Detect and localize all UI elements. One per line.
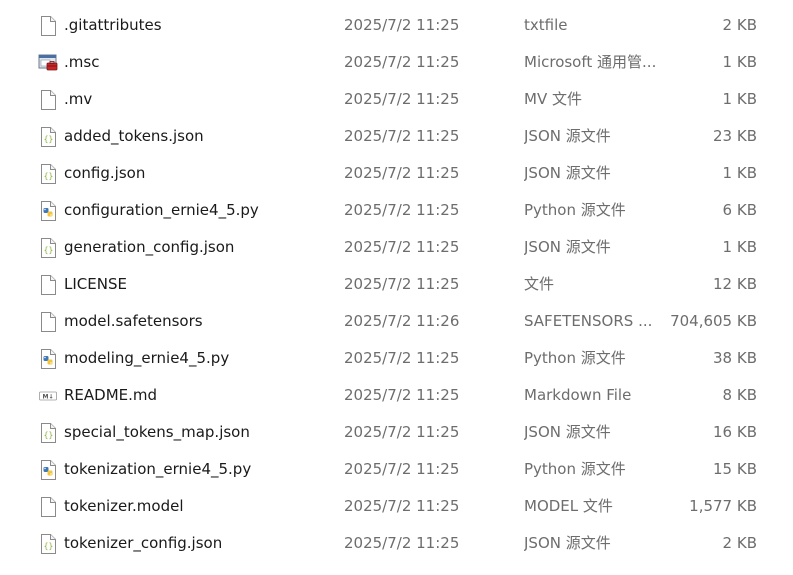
file-name: tokenizer_config.json bbox=[64, 534, 223, 552]
file-name: LICENSE bbox=[64, 275, 127, 293]
file-size: 704,605 KB bbox=[670, 312, 757, 330]
json-file-icon: {} bbox=[38, 163, 58, 185]
file-size: 8 KB bbox=[722, 386, 757, 404]
file-date-modified: 2025/7/2 11:25 bbox=[344, 53, 460, 71]
json-file-icon: {} bbox=[38, 237, 58, 259]
svg-text:{}: {} bbox=[44, 172, 54, 181]
file-size: 1 KB bbox=[722, 238, 757, 256]
blank-file-icon bbox=[38, 89, 58, 111]
file-size: 16 KB bbox=[713, 423, 757, 441]
file-type: txtfile bbox=[524, 16, 568, 34]
file-name: special_tokens_map.json bbox=[64, 423, 250, 441]
file-name: added_tokens.json bbox=[64, 127, 204, 145]
file-size: 6 KB bbox=[722, 201, 757, 219]
blank-file-icon bbox=[38, 496, 58, 518]
file-date-modified: 2025/7/2 11:25 bbox=[344, 238, 460, 256]
python-file-icon bbox=[38, 348, 58, 370]
file-date-modified: 2025/7/2 11:25 bbox=[344, 423, 460, 441]
msc-console-icon bbox=[38, 52, 58, 74]
file-date-modified: 2025/7/2 11:25 bbox=[344, 275, 460, 293]
json-file-icon: {} bbox=[38, 126, 58, 148]
file-date-modified: 2025/7/2 11:25 bbox=[344, 90, 460, 108]
file-row[interactable]: LICENSE 2025/7/2 11:25 文件 12 KB bbox=[0, 266, 793, 303]
file-type: SAFETENSORS ... bbox=[524, 312, 653, 330]
file-date-modified: 2025/7/2 11:25 bbox=[344, 534, 460, 552]
file-name: modeling_ernie4_5.py bbox=[64, 349, 230, 367]
file-list: .gitattributes 2025/7/2 11:25 txtfile 2 … bbox=[0, 7, 793, 562]
file-row[interactable]: {} tokenizer_config.json 2025/7/2 11:25 … bbox=[0, 525, 793, 562]
file-date-modified: 2025/7/2 11:25 bbox=[344, 349, 460, 367]
blank-file-icon bbox=[38, 15, 58, 37]
blank-file-icon bbox=[38, 274, 58, 296]
file-name: .msc bbox=[64, 53, 100, 71]
svg-text:{}: {} bbox=[44, 135, 54, 144]
svg-text:M↓: M↓ bbox=[43, 393, 54, 400]
file-type: JSON 源文件 bbox=[524, 423, 611, 441]
file-row[interactable]: {} added_tokens.json 2025/7/2 11:25 JSON… bbox=[0, 118, 793, 155]
file-row[interactable]: {} config.json 2025/7/2 11:25 JSON 源文件 1… bbox=[0, 155, 793, 192]
file-row[interactable]: M↓ README.md 2025/7/2 11:25 Markdown Fil… bbox=[0, 377, 793, 414]
file-date-modified: 2025/7/2 11:25 bbox=[344, 164, 460, 182]
markdown-file-icon: M↓ bbox=[38, 385, 58, 407]
file-size: 1 KB bbox=[722, 90, 757, 108]
json-file-icon: {} bbox=[38, 533, 58, 555]
file-row[interactable]: .gitattributes 2025/7/2 11:25 txtfile 2 … bbox=[0, 7, 793, 44]
file-row[interactable]: .msc 2025/7/2 11:25 Microsoft 通用管... 1 K… bbox=[0, 44, 793, 81]
file-size: 1,577 KB bbox=[689, 497, 757, 515]
file-type: JSON 源文件 bbox=[524, 164, 611, 182]
file-row[interactable]: .mv 2025/7/2 11:25 MV 文件 1 KB bbox=[0, 81, 793, 118]
file-name: tokenization_ernie4_5.py bbox=[64, 460, 252, 478]
file-type: Python 源文件 bbox=[524, 201, 626, 219]
file-row[interactable]: tokenization_ernie4_5.py 2025/7/2 11:25 … bbox=[0, 451, 793, 488]
file-size: 2 KB bbox=[722, 534, 757, 552]
svg-text:{}: {} bbox=[44, 431, 54, 440]
file-type: JSON 源文件 bbox=[524, 238, 611, 256]
file-name: README.md bbox=[64, 386, 158, 404]
svg-text:{}: {} bbox=[44, 542, 54, 551]
file-name: configuration_ernie4_5.py bbox=[64, 201, 259, 219]
file-size: 15 KB bbox=[713, 460, 757, 478]
file-type: JSON 源文件 bbox=[524, 534, 611, 552]
file-date-modified: 2025/7/2 11:25 bbox=[344, 16, 460, 34]
file-date-modified: 2025/7/2 11:25 bbox=[344, 386, 460, 404]
file-type: Python 源文件 bbox=[524, 460, 626, 478]
file-size: 1 KB bbox=[722, 53, 757, 71]
file-size: 38 KB bbox=[713, 349, 757, 367]
file-date-modified: 2025/7/2 11:25 bbox=[344, 497, 460, 515]
file-type: MODEL 文件 bbox=[524, 497, 613, 515]
file-type: Markdown File bbox=[524, 386, 632, 404]
file-type: Microsoft 通用管... bbox=[524, 53, 657, 71]
file-name: .gitattributes bbox=[64, 16, 162, 34]
file-date-modified: 2025/7/2 11:25 bbox=[344, 127, 460, 145]
svg-text:{}: {} bbox=[44, 246, 54, 255]
file-size: 1 KB bbox=[722, 164, 757, 182]
file-name: model.safetensors bbox=[64, 312, 203, 330]
file-type: MV 文件 bbox=[524, 90, 582, 108]
file-date-modified: 2025/7/2 11:26 bbox=[344, 312, 460, 330]
file-row[interactable]: model.safetensors 2025/7/2 11:26 SAFETEN… bbox=[0, 303, 793, 340]
file-row[interactable]: configuration_ernie4_5.py 2025/7/2 11:25… bbox=[0, 192, 793, 229]
file-date-modified: 2025/7/2 11:25 bbox=[344, 460, 460, 478]
file-name: config.json bbox=[64, 164, 146, 182]
file-row[interactable]: modeling_ernie4_5.py 2025/7/2 11:25 Pyth… bbox=[0, 340, 793, 377]
file-type: 文件 bbox=[524, 275, 555, 293]
file-type: Python 源文件 bbox=[524, 349, 626, 367]
file-row[interactable]: tokenizer.model 2025/7/2 11:25 MODEL 文件 … bbox=[0, 488, 793, 525]
file-row[interactable]: {} special_tokens_map.json 2025/7/2 11:2… bbox=[0, 414, 793, 451]
file-size: 23 KB bbox=[713, 127, 757, 145]
file-name: tokenizer.model bbox=[64, 497, 184, 515]
python-file-icon bbox=[38, 459, 58, 481]
blank-file-icon bbox=[38, 311, 58, 333]
file-name: generation_config.json bbox=[64, 238, 235, 256]
file-row[interactable]: {} generation_config.json 2025/7/2 11:25… bbox=[0, 229, 793, 266]
file-size: 12 KB bbox=[713, 275, 757, 293]
json-file-icon: {} bbox=[38, 422, 58, 444]
file-name: .mv bbox=[64, 90, 93, 108]
file-type: JSON 源文件 bbox=[524, 127, 611, 145]
python-file-icon bbox=[38, 200, 58, 222]
file-date-modified: 2025/7/2 11:25 bbox=[344, 201, 460, 219]
file-size: 2 KB bbox=[722, 16, 757, 34]
